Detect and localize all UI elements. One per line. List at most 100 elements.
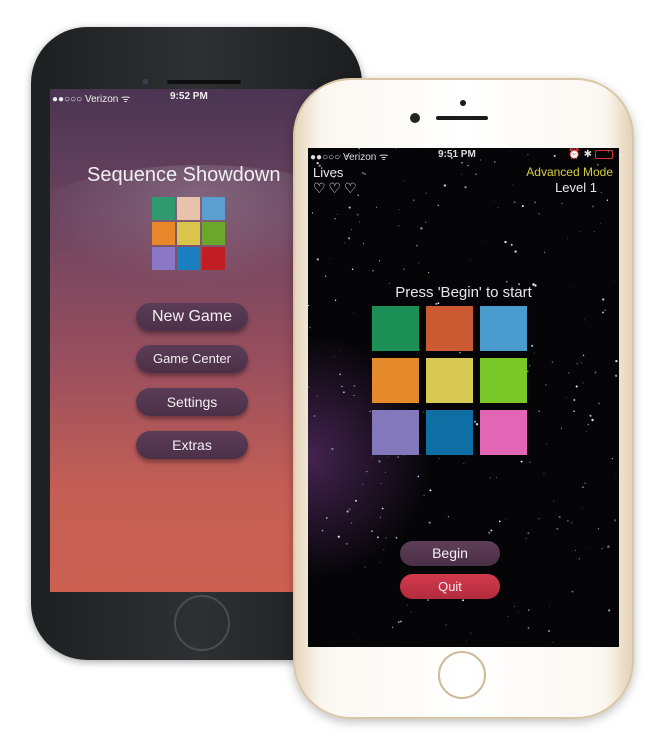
star	[316, 395, 318, 397]
star	[369, 410, 371, 412]
star	[334, 217, 336, 220]
logo-tile-4	[152, 222, 175, 245]
star	[470, 632, 472, 634]
star	[484, 240, 486, 241]
star	[529, 461, 531, 463]
star	[435, 302, 438, 305]
color-tile-5[interactable]	[426, 358, 473, 403]
star	[416, 245, 418, 247]
status-bar: ●●○○○ Verizon ᯤ 9:52 PM ⏰ ✱	[50, 91, 345, 105]
star	[561, 202, 563, 204]
home-button[interactable]	[438, 651, 486, 699]
color-tile-7[interactable]	[372, 410, 419, 455]
star	[380, 482, 382, 484]
star	[615, 359, 618, 363]
star	[403, 268, 405, 270]
star	[611, 458, 613, 460]
star	[581, 486, 584, 489]
star	[313, 414, 316, 418]
star	[461, 173, 463, 175]
star	[546, 443, 548, 445]
star	[496, 477, 497, 478]
star	[613, 279, 615, 281]
color-tile-3[interactable]	[480, 306, 527, 351]
star	[331, 447, 334, 450]
star	[467, 164, 469, 167]
status-icons-label: ⏰ ✱	[568, 149, 592, 160]
star	[425, 192, 427, 194]
star	[608, 609, 611, 612]
color-tile-9[interactable]	[480, 410, 527, 455]
game-center-button[interactable]: Game Center	[136, 345, 248, 373]
star	[413, 495, 415, 496]
star	[464, 186, 467, 189]
star	[545, 384, 547, 386]
new-game-button[interactable]: New Game	[136, 303, 248, 331]
star	[570, 521, 573, 524]
star	[324, 275, 327, 277]
star	[336, 214, 338, 216]
extras-button[interactable]: Extras	[136, 431, 248, 459]
star	[601, 547, 603, 550]
logo-tile-9	[202, 247, 225, 270]
earpiece-speaker	[436, 116, 488, 120]
star	[445, 624, 447, 626]
begin-button[interactable]: Begin	[400, 541, 500, 566]
star	[598, 402, 600, 405]
star	[362, 483, 364, 485]
star	[403, 180, 405, 182]
start-prompt: Press 'Begin' to start	[395, 284, 532, 301]
color-tile-1[interactable]	[372, 306, 419, 351]
star	[348, 237, 351, 240]
star	[543, 473, 545, 475]
color-tile-4[interactable]	[372, 358, 419, 403]
star	[582, 382, 584, 384]
settings-button[interactable]: Settings	[136, 388, 248, 416]
star	[385, 471, 386, 473]
star	[521, 205, 524, 208]
star	[398, 225, 400, 227]
home-button[interactable]	[174, 595, 230, 651]
star	[560, 427, 562, 429]
color-tile-2[interactable]	[426, 306, 473, 351]
star	[337, 535, 340, 538]
star	[398, 209, 400, 211]
star	[488, 531, 491, 534]
star	[428, 272, 430, 274]
star	[527, 532, 530, 535]
star	[555, 514, 556, 516]
star	[429, 489, 432, 492]
star	[587, 423, 590, 426]
star	[348, 508, 351, 511]
star	[575, 385, 578, 388]
star	[579, 231, 581, 232]
color-tile-6[interactable]	[480, 358, 527, 403]
star	[607, 545, 610, 548]
level-label: Level 1	[555, 180, 597, 195]
star	[309, 326, 312, 329]
star	[504, 240, 507, 244]
star	[615, 476, 617, 478]
star	[346, 510, 349, 513]
star	[359, 221, 361, 223]
star	[602, 311, 604, 314]
star	[527, 627, 530, 629]
star	[406, 604, 408, 606]
quit-button[interactable]: Quit	[400, 574, 500, 599]
star	[316, 258, 319, 261]
star	[507, 616, 509, 617]
status-icons: ⏰ ✱	[568, 149, 613, 160]
game-screen: ●●○○○ Verizon ᯤ 9:51 PM ⏰ ✱ Lives ♡♡♡ Ad…	[308, 148, 619, 647]
battery-icon	[595, 149, 613, 159]
star	[355, 499, 357, 502]
star	[514, 606, 515, 607]
status-time: 9:51 PM	[438, 149, 476, 160]
star	[514, 250, 517, 253]
star	[397, 621, 400, 624]
star	[350, 229, 352, 230]
color-tile-8[interactable]	[426, 410, 473, 455]
star	[513, 201, 516, 204]
star	[308, 305, 310, 307]
star	[356, 213, 359, 216]
star	[566, 519, 569, 522]
